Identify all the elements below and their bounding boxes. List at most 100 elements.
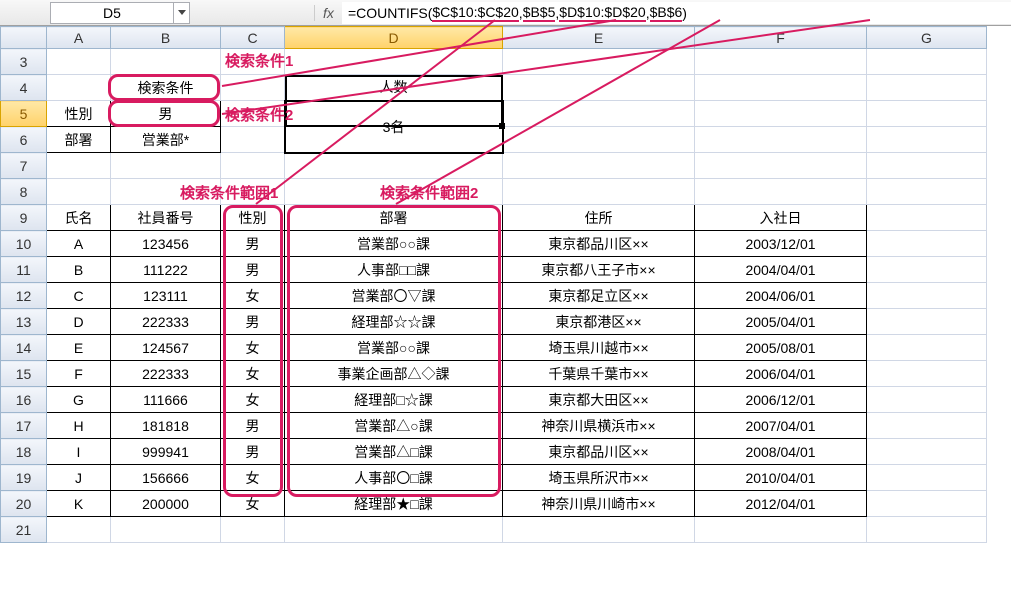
cell-B8[interactable] bbox=[111, 179, 221, 205]
cell-G17[interactable] bbox=[867, 413, 987, 439]
row-header-5[interactable]: 5 bbox=[1, 101, 47, 127]
cell-C18[interactable]: 男 bbox=[221, 439, 285, 465]
cell-G14[interactable] bbox=[867, 335, 987, 361]
cell-C21[interactable] bbox=[221, 517, 285, 543]
col-header-B[interactable]: B bbox=[111, 27, 221, 49]
cell-D17[interactable]: 営業部△○課 bbox=[285, 413, 503, 439]
cell-G12[interactable] bbox=[867, 283, 987, 309]
cell-A5[interactable]: 性別 bbox=[47, 101, 111, 127]
row-header-16[interactable]: 16 bbox=[1, 387, 47, 413]
cell-D5[interactable]: 3名 bbox=[285, 101, 503, 153]
cell-A14[interactable]: E bbox=[47, 335, 111, 361]
cell-A4[interactable] bbox=[47, 75, 111, 101]
cell-G5[interactable] bbox=[867, 101, 987, 127]
row-header-3[interactable]: 3 bbox=[1, 49, 47, 75]
cell-D20[interactable]: 経理部★□課 bbox=[285, 491, 503, 517]
name-box-dropdown-icon[interactable] bbox=[173, 3, 189, 23]
cell-E13[interactable]: 東京都港区×× bbox=[503, 309, 695, 335]
cell-G16[interactable] bbox=[867, 387, 987, 413]
cell-F7[interactable] bbox=[695, 153, 867, 179]
row-header-4[interactable]: 4 bbox=[1, 75, 47, 101]
cell-D7[interactable] bbox=[285, 153, 503, 179]
cell-F20[interactable]: 2012/04/01 bbox=[695, 491, 867, 517]
cell-D18[interactable]: 営業部△□課 bbox=[285, 439, 503, 465]
cell-G15[interactable] bbox=[867, 361, 987, 387]
cell-E8[interactable] bbox=[503, 179, 695, 205]
row-header-12[interactable]: 12 bbox=[1, 283, 47, 309]
cell-D9[interactable]: 部署 bbox=[285, 205, 503, 231]
cell-F21[interactable] bbox=[695, 517, 867, 543]
cell-C12[interactable]: 女 bbox=[221, 283, 285, 309]
cell-E14[interactable]: 埼玉県川越市×× bbox=[503, 335, 695, 361]
cell-E6[interactable] bbox=[503, 127, 695, 153]
cell-A12[interactable]: C bbox=[47, 283, 111, 309]
cell-D19[interactable]: 人事部〇□課 bbox=[285, 465, 503, 491]
cell-B10[interactable]: 123456 bbox=[111, 231, 221, 257]
cell-B11[interactable]: 111222 bbox=[111, 257, 221, 283]
cell-B4[interactable]: 検索条件 bbox=[111, 75, 221, 101]
cell-E16[interactable]: 東京都大田区×× bbox=[503, 387, 695, 413]
row-header-6[interactable]: 6 bbox=[1, 127, 47, 153]
cell-A18[interactable]: I bbox=[47, 439, 111, 465]
cell-E11[interactable]: 東京都八王子市×× bbox=[503, 257, 695, 283]
cell-A8[interactable] bbox=[47, 179, 111, 205]
cell-G10[interactable] bbox=[867, 231, 987, 257]
cell-D3[interactable] bbox=[285, 49, 503, 75]
cell-C10[interactable]: 男 bbox=[221, 231, 285, 257]
cell-E18[interactable]: 東京都品川区×× bbox=[503, 439, 695, 465]
cell-F18[interactable]: 2008/04/01 bbox=[695, 439, 867, 465]
select-all-corner[interactable] bbox=[1, 27, 47, 49]
cell-B20[interactable]: 200000 bbox=[111, 491, 221, 517]
cell-F6[interactable] bbox=[695, 127, 867, 153]
cell-D21[interactable] bbox=[285, 517, 503, 543]
cell-B12[interactable]: 123111 bbox=[111, 283, 221, 309]
row-header-21[interactable]: 21 bbox=[1, 517, 47, 543]
cell-F9[interactable]: 入社日 bbox=[695, 205, 867, 231]
cell-D8[interactable] bbox=[285, 179, 503, 205]
cell-F10[interactable]: 2003/12/01 bbox=[695, 231, 867, 257]
cell-A7[interactable] bbox=[47, 153, 111, 179]
cell-C6[interactable] bbox=[221, 127, 285, 153]
cell-C9[interactable]: 性別 bbox=[221, 205, 285, 231]
cell-B9[interactable]: 社員番号 bbox=[111, 205, 221, 231]
cell-D12[interactable]: 営業部〇▽課 bbox=[285, 283, 503, 309]
cell-B7[interactable] bbox=[111, 153, 221, 179]
cell-A11[interactable]: B bbox=[47, 257, 111, 283]
cell-D10[interactable]: 営業部○○課 bbox=[285, 231, 503, 257]
row-header-20[interactable]: 20 bbox=[1, 491, 47, 517]
cell-E17[interactable]: 神奈川県横浜市×× bbox=[503, 413, 695, 439]
cell-A13[interactable]: D bbox=[47, 309, 111, 335]
cell-A3[interactable] bbox=[47, 49, 111, 75]
cell-E20[interactable]: 神奈川県川崎市×× bbox=[503, 491, 695, 517]
row-header-11[interactable]: 11 bbox=[1, 257, 47, 283]
cell-A20[interactable]: K bbox=[47, 491, 111, 517]
cell-A17[interactable]: H bbox=[47, 413, 111, 439]
row-header-18[interactable]: 18 bbox=[1, 439, 47, 465]
cell-E15[interactable]: 千葉県千葉市×× bbox=[503, 361, 695, 387]
cell-A16[interactable]: G bbox=[47, 387, 111, 413]
cell-G19[interactable] bbox=[867, 465, 987, 491]
cell-F12[interactable]: 2004/06/01 bbox=[695, 283, 867, 309]
cell-F15[interactable]: 2006/04/01 bbox=[695, 361, 867, 387]
cell-A6[interactable]: 部署 bbox=[47, 127, 111, 153]
cell-B18[interactable]: 999941 bbox=[111, 439, 221, 465]
cell-E9[interactable]: 住所 bbox=[503, 205, 695, 231]
col-header-C[interactable]: C bbox=[221, 27, 285, 49]
cell-E10[interactable]: 東京都品川区×× bbox=[503, 231, 695, 257]
cell-F4[interactable] bbox=[695, 75, 867, 101]
cell-E19[interactable]: 埼玉県所沢市×× bbox=[503, 465, 695, 491]
row-header-17[interactable]: 17 bbox=[1, 413, 47, 439]
cell-A15[interactable]: F bbox=[47, 361, 111, 387]
col-header-F[interactable]: F bbox=[695, 27, 867, 49]
cell-E5[interactable] bbox=[503, 101, 695, 127]
cell-D15[interactable]: 事業企画部△◇課 bbox=[285, 361, 503, 387]
name-box[interactable]: D5 bbox=[50, 2, 190, 24]
cell-D11[interactable]: 人事部□□課 bbox=[285, 257, 503, 283]
cell-F11[interactable]: 2004/04/01 bbox=[695, 257, 867, 283]
cell-A10[interactable]: A bbox=[47, 231, 111, 257]
cell-G20[interactable] bbox=[867, 491, 987, 517]
cell-B3[interactable] bbox=[111, 49, 221, 75]
cell-G3[interactable] bbox=[867, 49, 987, 75]
cell-B21[interactable] bbox=[111, 517, 221, 543]
cell-G13[interactable] bbox=[867, 309, 987, 335]
